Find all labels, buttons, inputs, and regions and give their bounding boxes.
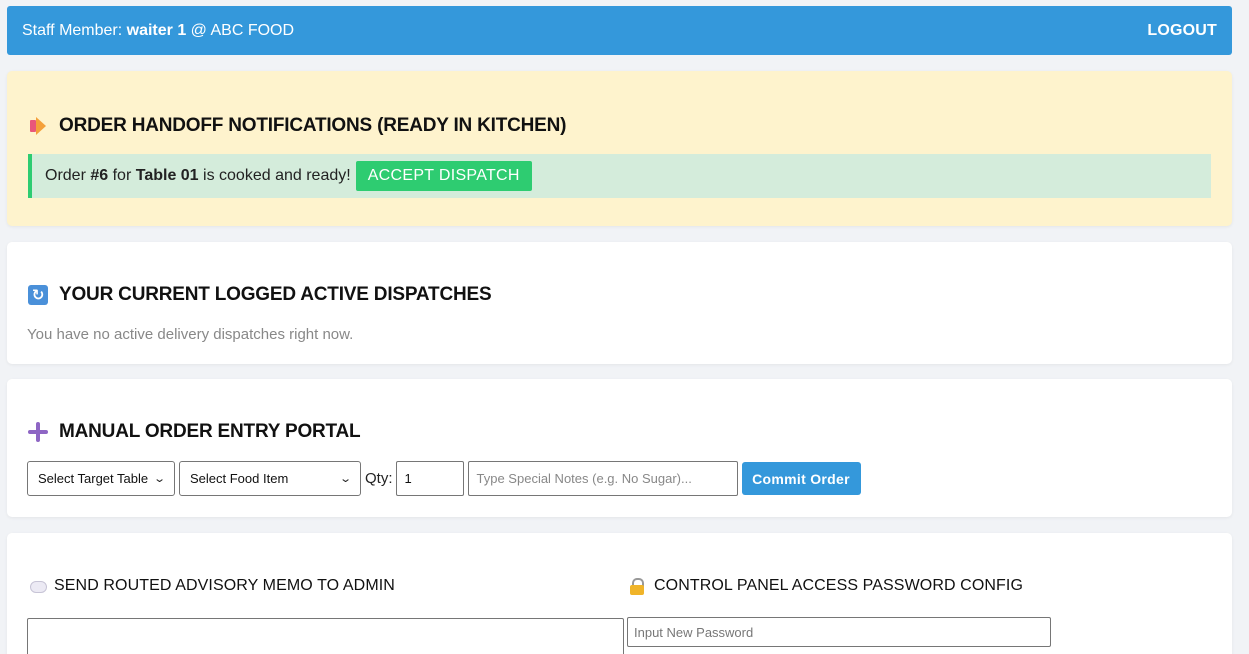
special-notes-input[interactable]: Type Special Notes (e.g. No Sugar)... [467,461,738,496]
manual-order-entry-panel: MANUAL ORDER ENTRY PORTAL Select Target … [7,379,1232,517]
speech-bubble-icon [29,578,47,595]
notifications-title-text: ORDER HANDOFF NOTIFICATIONS (READY IN KI… [59,115,567,136]
top-bar: Staff Member: waiter 1 @ ABC FOOD LOGOUT [7,6,1232,55]
password-title-text: CONTROL PANEL ACCESS PASSWORD CONFIG [654,577,1023,594]
entry-title: MANUAL ORDER ENTRY PORTAL [28,421,361,443]
ready-order-alert: Order #6 for Table 01 is cooked and read… [28,154,1211,198]
staff-name: waiter 1 [126,21,187,39]
food-item-select-value: Select Food Item [190,471,289,486]
food-item-select[interactable]: Select Food Item ⌄ [179,461,361,496]
password-title: CONTROL PANEL ACCESS PASSWORD CONFIG [629,577,1023,595]
active-dispatches-panel: YOUR CURRENT LOGGED ACTIVE DISPATCHES Yo… [7,242,1232,364]
new-password-input[interactable]: Input New Password [627,617,1051,647]
lock-icon [629,577,646,595]
target-table-select[interactable]: Select Target Table ⌄ [27,461,175,496]
refresh-icon [28,285,48,305]
staff-prefix: Staff Member: [22,21,127,39]
notifications-panel: ORDER HANDOFF NOTIFICATIONS (READY IN KI… [7,71,1232,226]
order-entry-form: Select Target Table ⌄ Select Food Item ⌄… [27,461,861,496]
chevron-down-icon: ⌄ [338,472,352,485]
memo-title: SEND ROUTED ADVISORY MEMO TO ADMIN [29,577,395,595]
memo-and-password-panel: SEND ROUTED ADVISORY MEMO TO ADMIN CONTR… [7,533,1232,654]
accept-dispatch-button[interactable]: ACCEPT DISPATCH [355,161,532,191]
dispatches-title: YOUR CURRENT LOGGED ACTIVE DISPATCHES [28,284,492,306]
dispatches-empty-message: You have no active delivery dispatches r… [27,326,354,343]
target-table-select-value: Select Target Table [38,471,149,486]
venue-name: @ ABC FOOD [186,21,295,39]
staff-info: Staff Member: waiter 1 @ ABC FOOD [22,22,294,40]
quantity-input[interactable]: 1 [395,461,464,496]
megaphone-icon [28,116,48,136]
logout-link[interactable]: LOGOUT [1147,22,1217,40]
alert-table: Table 01 [135,167,199,184]
alert-mid: for [112,167,132,184]
plus-icon [28,422,48,442]
commit-order-button[interactable]: Commit Order [741,462,861,495]
chevron-down-icon: ⌄ [152,472,166,485]
alert-order-number: #6 [90,167,109,184]
memo-textarea[interactable] [27,618,624,654]
memo-title-text: SEND ROUTED ADVISORY MEMO TO ADMIN [54,577,395,594]
notifications-title: ORDER HANDOFF NOTIFICATIONS (READY IN KI… [28,115,567,137]
alert-post: is cooked and ready! [203,167,351,184]
dispatches-title-text: YOUR CURRENT LOGGED ACTIVE DISPATCHES [59,284,492,305]
entry-title-text: MANUAL ORDER ENTRY PORTAL [59,421,361,442]
alert-pre: Order [45,167,86,184]
qty-label: Qty: [365,470,393,487]
